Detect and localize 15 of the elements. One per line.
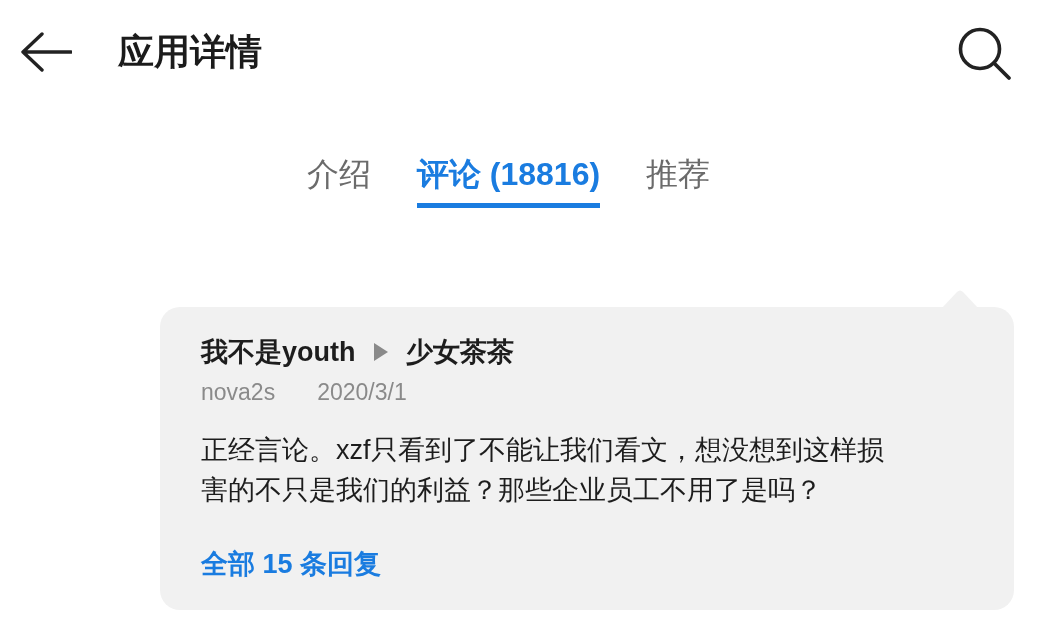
author-name: 我不是youth (201, 336, 356, 370)
search-icon (957, 25, 1012, 81)
reply-to-name: 少女茶茶 (405, 336, 514, 370)
search-button[interactable] (957, 25, 1012, 81)
tab[interactable]: 评论 (18816) (416, 149, 601, 209)
back-arrow-icon (20, 32, 72, 72)
triangle-right-icon (373, 343, 388, 362)
device-label: nova2s (201, 379, 276, 407)
comment-text: 正经言论。xzf只看到了不能让我们看文，想没想到这样损害的不只是我们的利益？那些企业员工不用了是吗？ (201, 434, 885, 508)
tab[interactable]: 介绍 (306, 149, 371, 209)
comment-date: 2020/3/1 (317, 379, 407, 407)
tab[interactable]: 推荐 (646, 149, 711, 209)
page-title: 应用详情 (118, 29, 262, 74)
back-button[interactable] (20, 32, 72, 72)
all-replies-link[interactable]: 全部 15 条回复 (201, 546, 382, 583)
